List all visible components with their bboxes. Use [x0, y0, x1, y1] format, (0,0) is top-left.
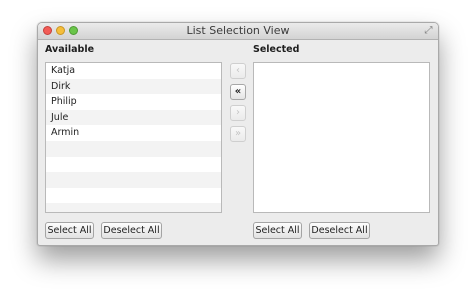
empty-list-row — [46, 157, 221, 173]
available-heading: Available — [45, 44, 95, 55]
available-deselect-all-button[interactable]: Deselect All — [101, 222, 162, 239]
move-one-left-button[interactable]: ‹ — [230, 63, 246, 79]
selected-deselect-all-button[interactable]: Deselect All — [309, 222, 370, 239]
list-item[interactable]: Katja — [46, 63, 221, 79]
empty-list-row — [46, 188, 221, 204]
list-item[interactable]: Jule — [46, 109, 221, 126]
list-item[interactable]: Philip — [46, 94, 221, 110]
selected-list[interactable] — [253, 62, 430, 213]
move-all-left-button[interactable]: « — [230, 84, 246, 100]
selected-select-all-button[interactable]: Select All — [253, 222, 302, 239]
window-title: List Selection View — [186, 24, 290, 37]
empty-list-row — [46, 140, 221, 157]
empty-list-row — [46, 172, 221, 188]
list-item[interactable]: Dirk — [46, 78, 221, 95]
available-list[interactable]: Katja Dirk Philip Jule Armin — [45, 62, 222, 213]
fullscreen-icon[interactable]: ⤢ — [423, 25, 434, 36]
move-all-right-button[interactable]: » — [230, 126, 246, 142]
move-one-right-button[interactable]: › — [230, 105, 246, 121]
selected-heading: Selected — [253, 44, 300, 55]
available-select-all-button[interactable]: Select All — [45, 222, 94, 239]
title-bar[interactable]: List Selection View ⤢ — [38, 23, 438, 40]
list-selection-window: List Selection View ⤢ Available Katja Di… — [37, 22, 439, 246]
list-item[interactable]: Armin — [46, 125, 221, 141]
empty-list-row — [46, 203, 221, 212]
